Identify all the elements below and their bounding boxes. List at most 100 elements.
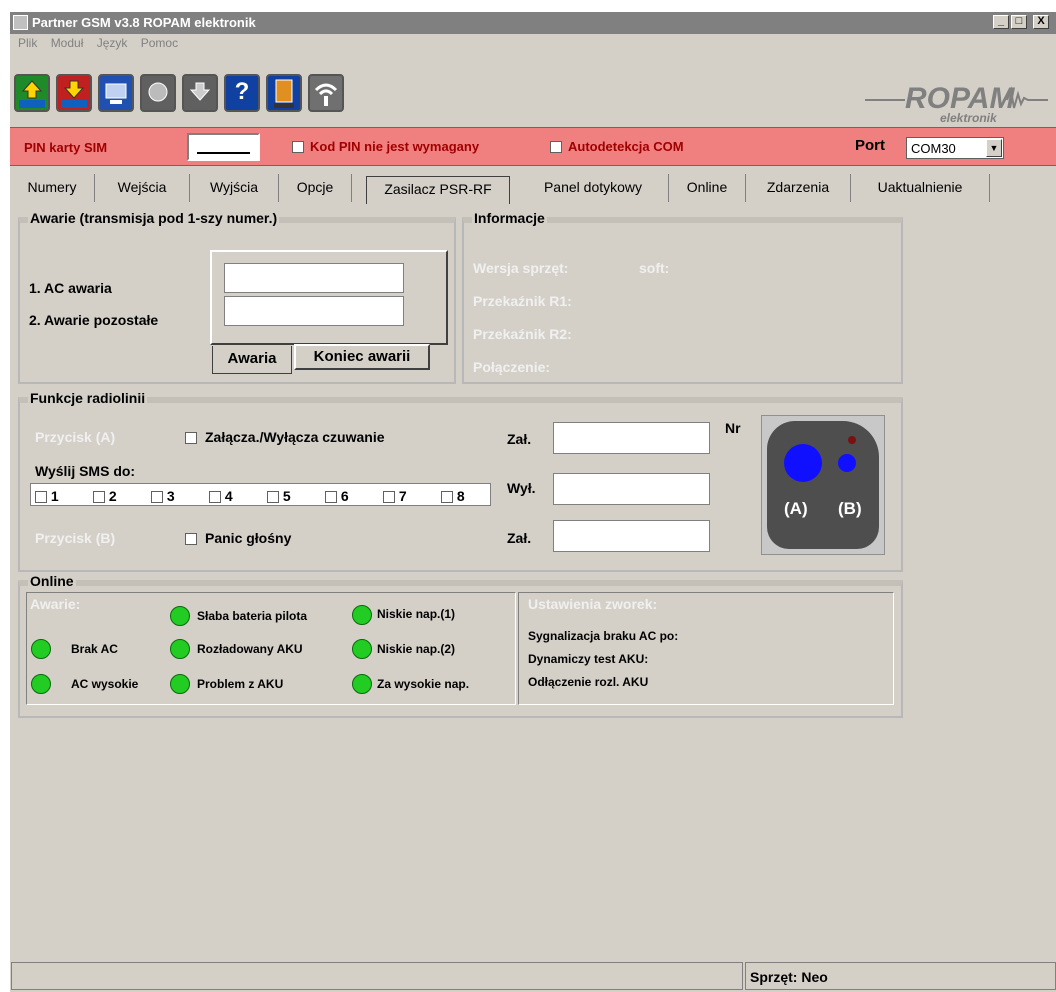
- dynamiczny-test-label: Dynamiczy test AKU:: [528, 652, 649, 666]
- autodetect-checkbox[interactable]: [550, 141, 562, 153]
- soft-label: soft:: [639, 260, 670, 276]
- ac-awaria-input[interactable]: [224, 263, 404, 293]
- menu-plik[interactable]: Plik: [18, 36, 37, 50]
- przycisk-a-label: Przycisk (A): [35, 429, 116, 445]
- panic-checkbox[interactable]: [185, 533, 197, 545]
- sms-checkbox-3[interactable]: [151, 491, 163, 504]
- arm-label: Załącza./Wyłącza czuwanie: [205, 429, 385, 445]
- zworki-title: Ustawienia zworek:: [528, 596, 658, 612]
- zal-2-input[interactable]: [553, 520, 710, 552]
- exit-door-icon: [274, 79, 294, 108]
- pin-input[interactable]: [187, 133, 260, 161]
- port-select[interactable]: COM30 ▼: [906, 137, 1004, 159]
- led-za-wysokie: [352, 674, 372, 694]
- tab-awaria[interactable]: Awaria: [212, 346, 292, 374]
- wireless-button[interactable]: [308, 74, 344, 112]
- save-button[interactable]: [182, 74, 218, 112]
- remote-button-a: [784, 444, 822, 482]
- radio-title: Funkcje radiolinii: [28, 390, 148, 406]
- awarie-title: Awarie (transmisja pod 1-szy numer.): [28, 210, 280, 226]
- menu-pomoc[interactable]: Pomoc: [141, 36, 178, 50]
- awarie-pozostale-label: 2. Awarie pozostałe: [29, 312, 159, 328]
- tab-zdarzenia[interactable]: Zdarzenia: [746, 174, 851, 202]
- przycisk-b-label: Przycisk (B): [35, 530, 116, 546]
- arm-checkbox[interactable]: [185, 432, 197, 444]
- awarie-group: Awarie (transmisja pod 1-szy numer.) 1. …: [18, 210, 456, 384]
- tab-numery[interactable]: Numery: [10, 174, 95, 202]
- remote-b-label: (B): [838, 499, 862, 518]
- led-ac-wysokie: [31, 674, 51, 694]
- window-title: Partner GSM v3.8 ROPAM elektronik: [32, 15, 256, 30]
- menu-modul[interactable]: Moduł: [51, 36, 84, 50]
- pin-bar: PIN karty SIM Kod PIN nie jest wymagany …: [10, 127, 1056, 166]
- panic-label: Panic głośny: [205, 530, 292, 546]
- computer-icon: [105, 83, 127, 104]
- menu-jezyk[interactable]: Język: [97, 36, 128, 50]
- online-awarie-label: Awarie:: [30, 596, 81, 612]
- upload-rpm-button[interactable]: [14, 74, 50, 112]
- chevron-down-icon[interactable]: ▼: [986, 139, 1002, 157]
- sms-checkbox-2[interactable]: [93, 491, 105, 504]
- ac-awaria-label: 1. AC awaria: [29, 280, 112, 296]
- sms-checkbox-8[interactable]: [441, 491, 453, 504]
- remote-a-label: (A): [784, 499, 808, 518]
- zworki-panel: Ustawienia zworek: Sygnalizacja braku AC…: [518, 592, 894, 705]
- tab-zasilacz[interactable]: Zasilacz PSR-RF: [366, 176, 510, 204]
- sms-number-5: 5: [267, 488, 291, 504]
- exit-button[interactable]: [266, 74, 302, 112]
- wireless-icon: [314, 83, 338, 106]
- app-window: Partner GSM v3.8 ROPAM elektronik _ □ X …: [10, 12, 1056, 992]
- tab-wejscia[interactable]: Wejścia: [95, 174, 190, 202]
- tab-wyjscia[interactable]: Wyjścia: [190, 174, 279, 202]
- sms-number-7: 7: [383, 488, 407, 504]
- hardware-status: Sprzęt: Neo: [750, 969, 828, 985]
- radio-group: Funkcje radiolinii Przycisk (A) Załącza.…: [18, 390, 903, 572]
- sms-checkbox-1[interactable]: [35, 491, 47, 504]
- port-label: Port: [855, 137, 885, 154]
- tab-panel-dotykowy[interactable]: Panel dotykowy: [518, 174, 669, 202]
- maximize-button[interactable]: □: [1011, 15, 1027, 29]
- help-button[interactable]: ?: [224, 74, 260, 112]
- brak-ac-label: Brak AC: [71, 642, 118, 656]
- przekaznik-r2-label: Przekaźnik R2:: [473, 326, 572, 342]
- download-rpm-button[interactable]: [56, 74, 92, 112]
- no-pin-checkbox[interactable]: [292, 141, 304, 153]
- svg-text:elektronik: elektronik: [940, 111, 998, 125]
- remote-body: [767, 421, 879, 549]
- connect-button[interactable]: [98, 74, 134, 112]
- informacje-group: Informacje Wersja sprzęt: soft: Przekaźn…: [462, 210, 903, 384]
- save-arrow-icon: [189, 82, 211, 101]
- sms-checkbox-5[interactable]: [267, 491, 279, 504]
- przekaznik-r1-label: Przekaźnik R1:: [473, 293, 572, 309]
- wyl-input[interactable]: [553, 473, 710, 505]
- polaczenie-label: Połączenie:: [473, 359, 551, 375]
- sms-number-8: 8: [441, 488, 465, 504]
- tab-koniec-awarii[interactable]: Koniec awarii: [294, 344, 430, 370]
- menu-bar: Plik Moduł Język Pomoc: [10, 36, 180, 54]
- sms-checkbox-4[interactable]: [209, 491, 221, 504]
- sms-number-1: 1: [35, 488, 59, 504]
- close-button[interactable]: X: [1033, 15, 1049, 29]
- remote-led-icon: [848, 436, 856, 444]
- sms-number-box: 1 2 3 4 5 6 7 8: [30, 483, 491, 506]
- online-title: Online: [28, 573, 76, 589]
- zal-2-label: Zał.: [507, 530, 532, 546]
- sms-number-4: 4: [209, 488, 233, 504]
- odlaczenie-label: Odłączenie rozl. AKU: [528, 675, 649, 689]
- zal-1-input[interactable]: [553, 422, 710, 454]
- sms-checkbox-7[interactable]: [383, 491, 395, 504]
- remote-button-b: [838, 454, 856, 472]
- zal-1-label: Zał.: [507, 431, 532, 447]
- tab-uaktualnienie[interactable]: Uaktualnienie: [851, 174, 990, 202]
- minimize-button[interactable]: _: [993, 15, 1009, 29]
- port-value: COM30: [911, 141, 956, 156]
- module-button[interactable]: [140, 74, 176, 112]
- awarie-pozostale-input[interactable]: [224, 296, 404, 326]
- led-slaba-bateria: [170, 606, 190, 626]
- sms-checkbox-6[interactable]: [325, 491, 337, 504]
- tab-online[interactable]: Online: [669, 174, 746, 202]
- tab-opcje[interactable]: Opcje: [279, 174, 352, 202]
- download-arrow-icon: [61, 80, 87, 108]
- led-brak-ac: [31, 639, 51, 659]
- sygnalizacja-label: Sygnalizacja braku AC po:: [528, 629, 679, 643]
